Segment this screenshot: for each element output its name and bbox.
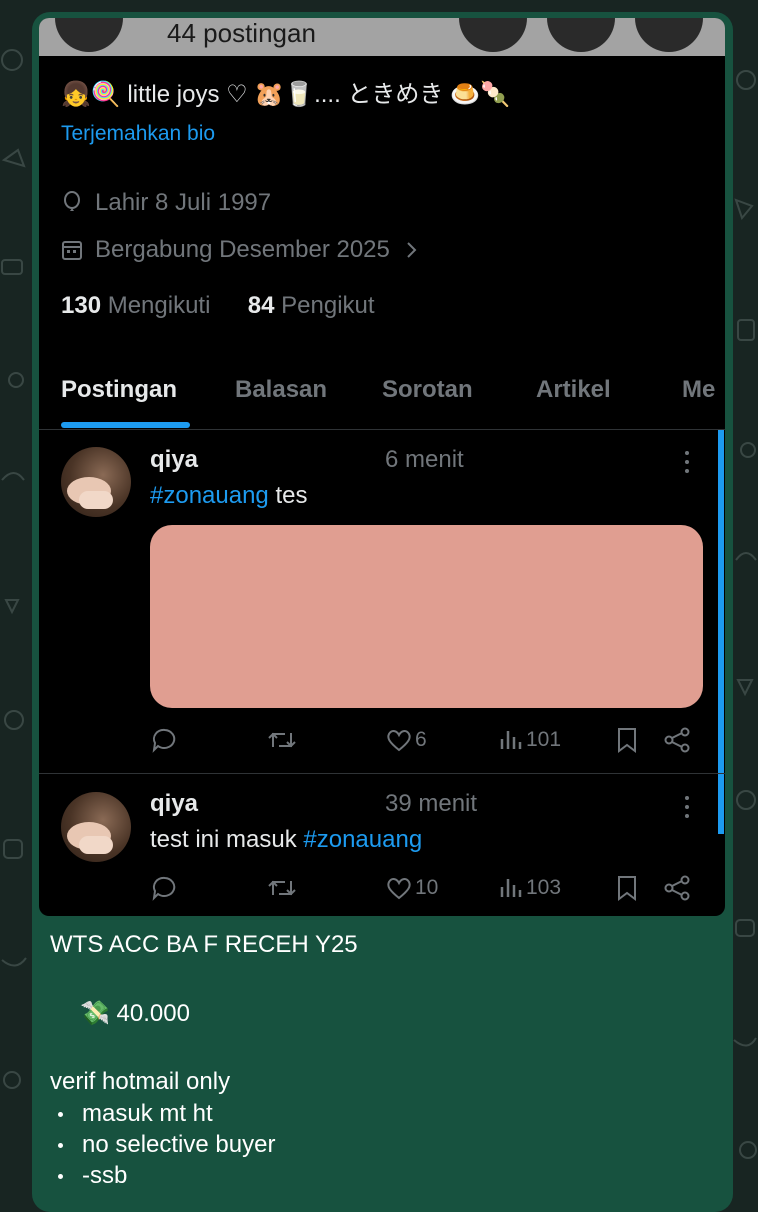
share-button[interactable] [663,875,691,901]
following-count: 130 [61,292,102,319]
views-button[interactable]: 103 [498,875,561,901]
tab-postingan[interactable]: Postingan [61,376,177,404]
share-icon [664,727,690,753]
avatar[interactable] [61,447,131,517]
header-action-button[interactable] [459,18,527,52]
list-item: -ssb [50,1160,275,1191]
view-count: 103 [526,876,562,899]
repost-icon [268,880,296,896]
post-text: #zonauang tes [150,482,307,510]
post-text-body: test ini masuk [150,826,304,853]
search-button[interactable] [547,18,615,52]
message-price: 💸 40.000 [80,999,190,1028]
profile-screenshot: 44 postingan 👧🍭 little joys ♡ 🐹🥛.... ときめ… [39,18,725,916]
share-button[interactable] [663,727,691,753]
post-divider [39,773,725,774]
followers-label: Pengikut [281,292,375,319]
repost-button[interactable] [267,727,297,753]
heart-icon [387,730,411,752]
profile-header-bar: 44 postingan [39,18,725,56]
post-username[interactable]: qiya [150,446,198,474]
post-username[interactable]: qiya [150,790,198,818]
reply-button[interactable] [151,727,179,753]
price-text: 40.000 [109,1000,190,1027]
bookmark-icon [618,876,636,901]
tab-media[interactable]: Me [682,376,715,404]
post-text: test ini masuk #zonauang [150,826,422,854]
hashtag-link[interactable]: #zonauang [150,482,269,509]
balloon-icon [64,191,80,211]
joined-text: Bergabung Desember 2025 [95,236,390,263]
views-button[interactable]: 101 [498,727,561,753]
reply-icon [152,728,176,753]
like-button[interactable]: 6 [385,727,427,753]
heart-icon [387,878,411,900]
tab-artikel[interactable]: Artikel [536,376,611,404]
followers-link[interactable]: 84 Pengikut [248,292,375,319]
post-more-icon[interactable] [684,796,690,823]
translate-bio-link[interactable]: Terjemahkan bio [61,122,215,146]
post-more-icon[interactable] [684,451,690,478]
active-tab-indicator [61,422,190,428]
repost-button[interactable] [267,875,297,901]
hashtag-link[interactable]: #zonauang [303,826,422,853]
post-text-body: tes [268,482,308,509]
like-count: 6 [415,728,427,751]
calendar-icon [62,241,82,260]
joined-row[interactable]: Bergabung Desember 2025 [61,235,438,265]
profile-tabs: Postingan Balasan Sorotan Artikel Me [39,372,725,430]
like-button[interactable]: 10 [385,875,438,901]
post-media-redacted[interactable] [150,525,703,708]
chevron-right-icon [407,242,417,258]
money-with-wings-icon: 💸 [80,1000,110,1027]
back-button[interactable] [55,18,123,52]
bookmark-icon [618,728,636,753]
post-actions: 10 103 [39,875,725,905]
birthdate-row: Lahir 8 Juli 1997 [61,188,271,218]
avatar[interactable] [61,792,131,862]
views-icon [500,879,522,897]
tabs-divider [39,429,725,430]
message-title: WTS ACC BA F RECEH Y25 [50,931,358,958]
message-bullet-list: masuk mt ht no selective buyer -ssb [50,1098,275,1191]
post-count: 44 postingan [167,18,316,48]
following-link[interactable]: 130 Mengikuti [61,292,210,319]
post-timestamp: 39 menit [385,790,478,817]
bookmark-button[interactable] [615,875,639,901]
profile-bio: 👧🍭 little joys ♡ 🐹🥛.... ときめき 🍮🍡 [61,81,510,108]
tab-balasan[interactable]: Balasan [235,376,327,404]
post-timestamp: 6 menit [385,446,464,473]
birthdate-text: Lahir 8 Juli 1997 [95,189,272,216]
followers-count: 84 [247,292,275,319]
repost-icon [268,732,296,748]
list-item: masuk mt ht [50,1098,275,1129]
follow-stats: 130 Mengikuti 84 Pengikut [61,292,375,320]
like-count: 10 [415,876,439,899]
message-note: verif hotmail only [50,1068,231,1095]
view-count: 101 [526,728,562,751]
tab-sorotan[interactable]: Sorotan [382,376,473,404]
post-actions: 6 101 [39,727,725,757]
share-icon [664,875,690,901]
more-button[interactable] [635,18,703,52]
reply-icon [152,876,176,901]
following-label: Mengikuti [107,292,211,319]
views-icon [500,731,522,749]
reply-button[interactable] [151,875,179,901]
bookmark-button[interactable] [615,727,639,753]
list-item: no selective buyer [50,1129,275,1160]
